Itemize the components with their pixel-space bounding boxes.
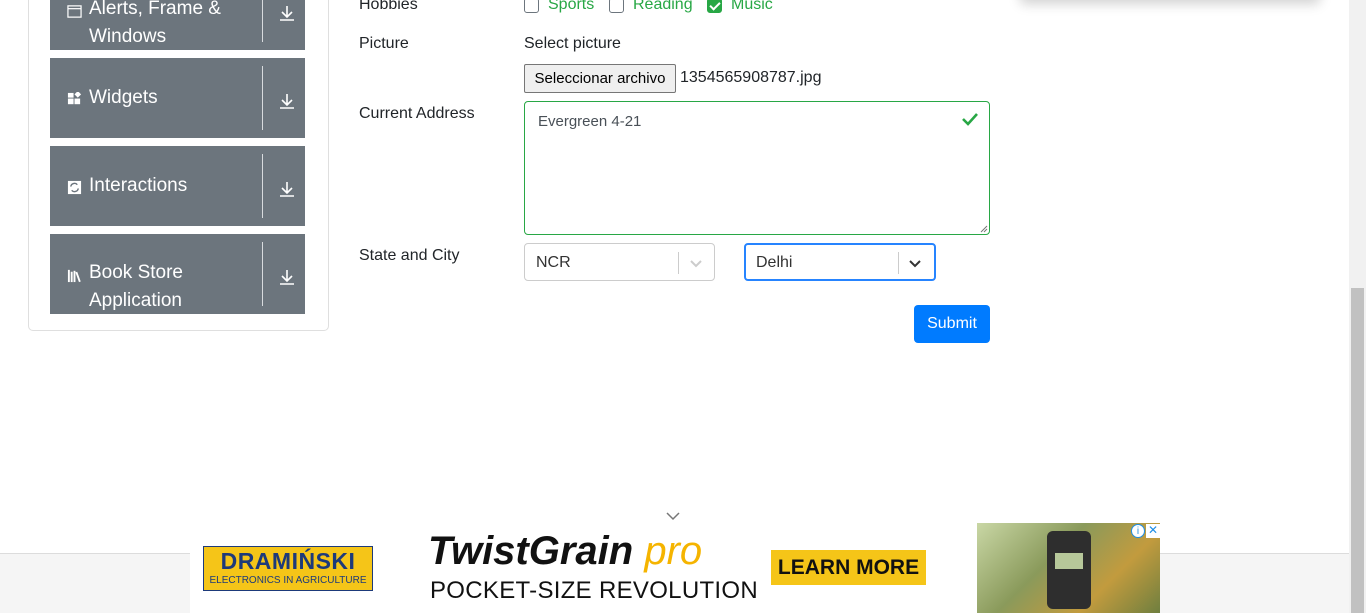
ad-tagline: POCKET-SIZE REVOLUTION [430, 577, 758, 604]
ad-learn-more-button[interactable]: LEARN MORE [771, 550, 926, 585]
ad-product-name: TwistGrain [428, 529, 634, 573]
download-arrow-icon[interactable] [278, 180, 296, 198]
divider [262, 0, 263, 42]
sidebar-group-alerts-frame-windows[interactable]: Alerts, Frame & Windows [50, 0, 305, 50]
hobby-music-checkbox[interactable]: Music [707, 0, 773, 14]
textarea-value: Evergreen 4-21 [538, 113, 642, 130]
sidebar-group-label: Widgets [89, 87, 158, 108]
books-icon [67, 269, 81, 283]
divider [262, 66, 263, 130]
sidebar-group-label: Interactions [89, 175, 188, 196]
current-address-label: Current Address [359, 105, 475, 122]
select-separator [678, 252, 679, 274]
hobby-sports-checkbox[interactable]: Sports [524, 0, 594, 14]
hobby-reading-checkbox[interactable]: Reading [609, 0, 693, 14]
state-city-label: State and City [359, 247, 460, 264]
checkbox-box[interactable] [524, 0, 539, 13]
current-address-textarea[interactable]: Evergreen 4-21 [524, 101, 990, 235]
checkbox-box[interactable] [609, 0, 624, 13]
city-select-value: Delhi [756, 254, 793, 271]
device-screen [1055, 553, 1083, 569]
ad-close-icon[interactable]: ✕ [1146, 524, 1160, 538]
sidebar-group-label: Windows [89, 26, 167, 47]
state-select[interactable]: NCR [524, 243, 715, 281]
ad-collapse-chevron-icon[interactable] [665, 510, 681, 522]
page: Alerts, Frame & Windows Widgets Interact… [0, 0, 1366, 613]
chevron-down-icon[interactable] [907, 255, 923, 271]
valid-check-icon [962, 113, 978, 126]
sidebar-group-widgets[interactable]: Widgets [50, 58, 305, 138]
vertical-scrollbar[interactable] [1349, 0, 1366, 613]
download-arrow-icon[interactable] [278, 92, 296, 110]
sidebar-group-interactions[interactable]: Interactions [50, 146, 305, 226]
hobbies-label: Hobbies [359, 0, 418, 13]
submit-button[interactable]: Submit [914, 305, 990, 343]
selected-file-name: 1354565908787.jpg [680, 69, 822, 86]
ad-brand-logo: DRAMIŃSKI ELECTRONICS IN AGRICULTURE [203, 546, 373, 591]
download-arrow-icon[interactable] [278, 4, 296, 22]
advertisement-banner[interactable]: DRAMIŃSKI ELECTRONICS IN AGRICULTURE Twi… [190, 523, 1160, 613]
ad-device-image [1047, 531, 1091, 609]
ad-brand-subtitle: ELECTRONICS IN AGRICULTURE [209, 575, 367, 586]
window-icon [67, 5, 82, 18]
divider [262, 154, 263, 218]
state-select-value: NCR [536, 254, 571, 271]
checkbox-label: Sports [548, 0, 595, 13]
choose-file-button[interactable]: Seleccionar archivo [524, 64, 676, 93]
interactions-icon [67, 180, 82, 195]
checkbox-label: Music [731, 0, 773, 13]
checkbox-label: Reading [633, 0, 693, 13]
ad-brand-name: DRAMIŃSKI [220, 548, 356, 574]
chevron-down-icon[interactable] [688, 255, 704, 271]
ad-info-icon[interactable]: i [1131, 524, 1145, 538]
sidebar-group-label: Alerts, Frame & [89, 0, 221, 19]
sidebar-group-book-store-application[interactable]: Book Store Application [50, 234, 305, 314]
download-arrow-icon[interactable] [278, 268, 296, 286]
ad-product-suffix: pro [644, 529, 703, 573]
ad-product-title: TwistGrain pro [428, 529, 702, 574]
picture-label: Picture [359, 35, 409, 52]
checkbox-box-checked[interactable] [707, 0, 722, 13]
city-select[interactable]: Delhi [744, 243, 936, 281]
sidebar-group-label: Book Store [89, 262, 183, 283]
resize-grip-icon[interactable] [979, 224, 988, 233]
divider [262, 242, 263, 306]
scrollbar-thumb[interactable] [1351, 288, 1364, 613]
widgets-icon [67, 92, 82, 105]
sidebar-group-label: Application [89, 290, 182, 311]
select-separator [898, 252, 899, 274]
select-picture-label: Select picture [524, 35, 621, 52]
